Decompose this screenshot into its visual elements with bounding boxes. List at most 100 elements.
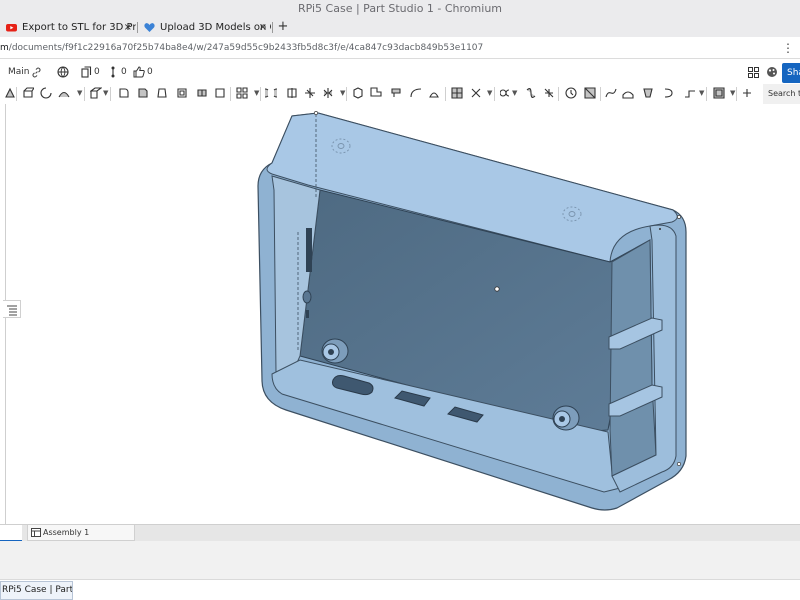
loft-tool-icon[interactable] — [642, 87, 654, 99]
vertex-point[interactable] — [677, 215, 681, 219]
vertex-point[interactable] — [677, 462, 681, 466]
trim-tool-icon[interactable] — [470, 87, 482, 99]
toolbar-divider — [706, 87, 707, 101]
power-hole — [302, 290, 312, 304]
feature-list-toggle[interactable] — [3, 300, 21, 318]
chevron-down-icon[interactable]: ▼ — [730, 89, 735, 97]
vertex-point[interactable] — [314, 111, 318, 115]
url-text[interactable]: m/documents/f9f1c22916a70f25b74ba8e4/w/2… — [0, 37, 483, 59]
address-bar[interactable]: m/documents/f9f1c22916a70f25b74ba8e4/w/2… — [0, 37, 800, 59]
form-tool-icon[interactable] — [428, 87, 440, 99]
toolbar-divider — [110, 87, 111, 101]
grid-icon[interactable] — [748, 67, 759, 78]
chamfer-tool-icon[interactable] — [137, 87, 149, 99]
youtube-icon — [6, 24, 17, 32]
heart-icon — [144, 23, 155, 32]
new-tab-button[interactable]: + — [276, 18, 290, 37]
flange-tool-icon[interactable] — [370, 87, 382, 99]
part-model[interactable] — [0, 104, 800, 524]
tab-label: Export to STL for 3D Pri — [22, 22, 136, 33]
tab-assembly[interactable]: Assembly 1 — [27, 525, 135, 541]
extrude-tool-icon[interactable] — [22, 87, 34, 99]
draft-tool-icon[interactable] — [156, 87, 168, 99]
case-right-wall — [609, 239, 657, 477]
thicken-tool-icon[interactable] — [214, 87, 226, 99]
graphics-viewport[interactable] — [0, 104, 800, 524]
chevron-down-icon[interactable]: ▼ — [340, 89, 345, 97]
origin-point[interactable] — [494, 286, 500, 292]
led-slot — [306, 310, 309, 318]
toolbar-divider — [16, 87, 17, 101]
branch-label[interactable]: Main — [8, 60, 30, 84]
search-tools-button[interactable]: Search tools — [763, 84, 800, 104]
globe-icon[interactable] — [57, 66, 69, 78]
transform-tool-icon[interactable] — [304, 87, 316, 99]
chevron-down-icon[interactable]: ▼ — [77, 89, 82, 97]
app-window: RPi5 Case | Part Studio 1 - Chromium Exp… — [0, 0, 800, 600]
list-icon — [7, 305, 17, 316]
mirror-tool-icon[interactable] — [322, 87, 334, 99]
feature-toolbar: ▼ ▼ ▼ ▼ ▼ ▼ ▼ ▼ — [0, 84, 800, 104]
section-tool-icon[interactable] — [584, 87, 596, 99]
toolbar-divider — [230, 87, 231, 101]
branches-count: 0 — [121, 67, 127, 77]
toolbar-divider — [445, 87, 446, 101]
render-tool-icon[interactable] — [713, 87, 725, 99]
tab-youtube[interactable]: Export to STL for 3D Pri × — [0, 18, 136, 37]
toolbar-divider — [600, 87, 601, 101]
link-icon[interactable] — [31, 67, 42, 78]
plane-tool-icon[interactable] — [90, 87, 102, 99]
mate-tool-icon[interactable] — [500, 87, 512, 99]
curve-tool-icon[interactable] — [605, 87, 617, 99]
tab-tool-icon[interactable] — [390, 87, 402, 99]
like-icon[interactable] — [133, 66, 145, 78]
tab-assembly-label: Assembly 1 — [43, 528, 90, 537]
bottom-tab-bar: Assembly 1 — [0, 524, 800, 542]
versions-icon[interactable] — [81, 66, 92, 78]
route-tool-icon[interactable] — [684, 87, 696, 99]
chevron-down-icon[interactable]: ▼ — [103, 89, 108, 97]
toolbar-divider — [260, 87, 261, 101]
variable-tool-icon[interactable] — [525, 87, 537, 99]
standoff-left — [321, 338, 349, 364]
toolbar-divider — [84, 87, 85, 101]
chevron-down-icon[interactable]: ▼ — [512, 89, 517, 97]
bend-tool-icon[interactable] — [410, 87, 422, 99]
boolean-tool-icon[interactable] — [265, 87, 277, 99]
chevron-down-icon[interactable]: ▼ — [699, 89, 704, 97]
toolbar-divider — [736, 87, 737, 101]
toolbar-divider — [494, 87, 495, 101]
tab-upload-models[interactable]: Upload 3D Models on Or × — [138, 18, 271, 37]
sweep-tool-icon[interactable] — [58, 87, 70, 99]
split-tool-icon[interactable] — [286, 87, 298, 99]
tab-part-studio[interactable] — [0, 525, 22, 542]
sheetmetal-tool-icon[interactable] — [352, 87, 364, 99]
branch-icon[interactable] — [109, 66, 117, 78]
toolbar-divider — [346, 87, 347, 101]
revolve-tool-icon[interactable] — [40, 87, 52, 99]
chevron-down-icon[interactable]: ▼ — [487, 89, 492, 97]
frame-tool-icon[interactable] — [451, 87, 463, 99]
document-toolbar: Main 0 0 0 — [0, 60, 800, 84]
surface-tool-icon[interactable] — [622, 87, 634, 99]
browser-menu-icon[interactable]: ⋮ — [782, 39, 794, 57]
wrap-tool-icon[interactable] — [662, 87, 674, 99]
chevron-down-icon[interactable]: ▼ — [254, 89, 259, 97]
add-custom-tool-icon[interactable] — [741, 87, 753, 99]
hole-tool-icon[interactable] — [196, 87, 208, 99]
share-button[interactable]: Sha — [782, 63, 800, 83]
configure-tool-icon[interactable] — [543, 87, 555, 99]
toolbar-divider — [558, 87, 559, 101]
shell-tool-icon[interactable] — [176, 87, 188, 99]
pattern-tool-icon[interactable] — [236, 87, 248, 99]
measure-tool-icon[interactable] — [565, 87, 577, 99]
close-icon[interactable]: × — [124, 18, 132, 37]
window-title: RPi5 Case | Part Studio 1 - Chromium — [0, 0, 800, 18]
vertex-point[interactable] — [659, 228, 661, 230]
close-icon[interactable]: × — [259, 18, 267, 37]
fillet-tool-icon[interactable] — [118, 87, 130, 99]
sketch-tool-icon[interactable] — [4, 87, 16, 99]
taskbar-window-item[interactable]: RPi5 Case | Part Stu... — [0, 581, 73, 600]
taskbar: RPi5 Case | Part Stu... — [0, 579, 800, 600]
appearance-icon[interactable] — [766, 66, 778, 78]
